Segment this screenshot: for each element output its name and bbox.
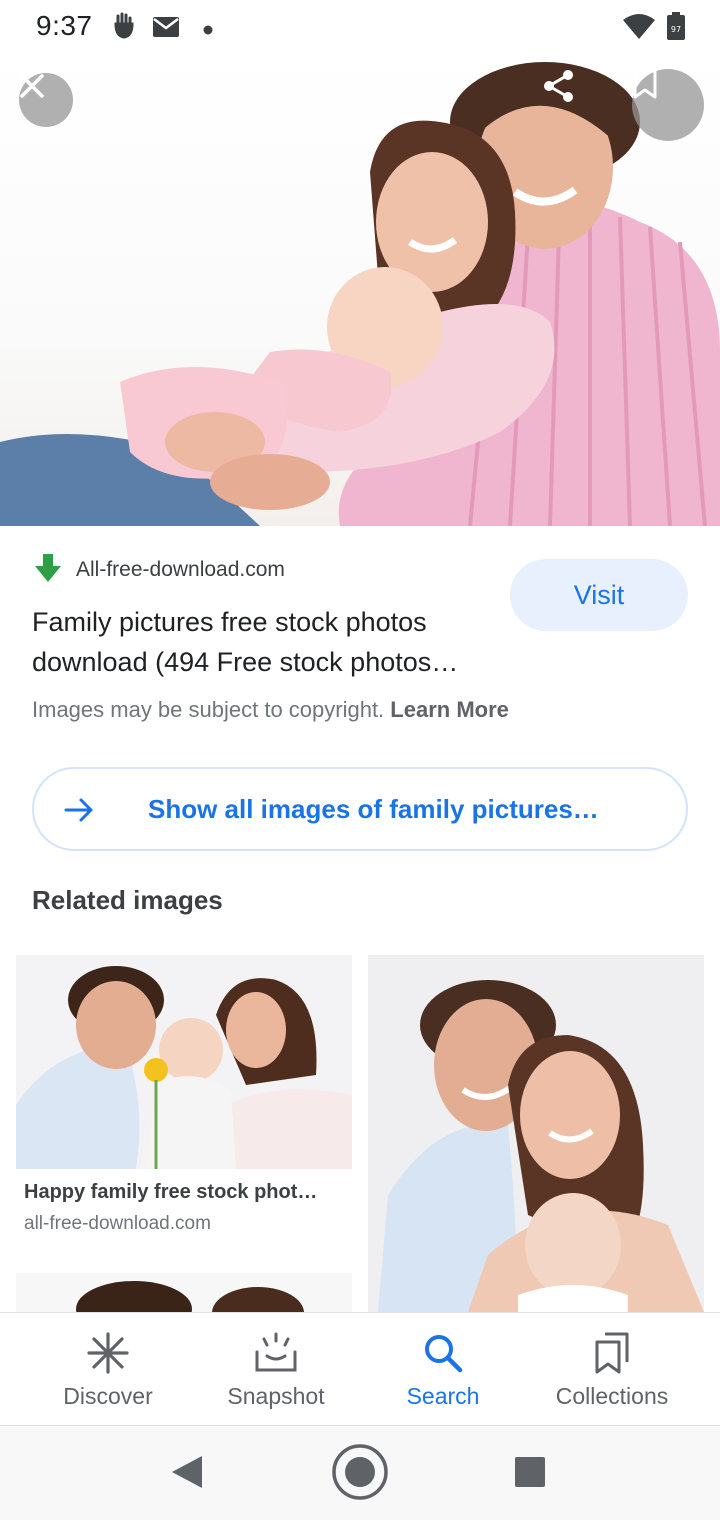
search-icon xyxy=(423,1331,463,1375)
related-image-tile[interactable] xyxy=(16,1273,352,1312)
battery-level: 97 xyxy=(671,25,681,34)
mail-icon xyxy=(152,16,180,43)
hero-image[interactable] xyxy=(0,52,720,526)
system-navigation-bar xyxy=(0,1426,720,1520)
nav-label: Discover xyxy=(63,1383,153,1409)
snapshot-icon xyxy=(254,1331,298,1375)
related-image-tile[interactable] xyxy=(368,955,704,1312)
close-button[interactable] xyxy=(19,73,73,127)
copyright-text: Images may be subject to copyright. xyxy=(32,697,385,722)
nav-label: Snapshot xyxy=(227,1383,325,1409)
status-time: 9:37 xyxy=(36,10,93,41)
bottom-navigation: Discover Snapshot Search Collections xyxy=(0,1312,720,1426)
show-all-images-button[interactable]: Show all images of family pictures… xyxy=(32,767,688,851)
arrow-right-icon xyxy=(64,795,94,830)
source-name: All-free-download.com xyxy=(76,558,285,581)
nav-collections[interactable]: Collections xyxy=(522,1313,702,1427)
share-button[interactable] xyxy=(542,69,614,141)
dot-icon xyxy=(203,22,213,40)
status-bar: 9:37 97 xyxy=(0,0,720,52)
related-image-tile[interactable] xyxy=(16,955,352,1169)
nav-discover[interactable]: Discover xyxy=(18,1313,198,1427)
collections-icon xyxy=(593,1331,631,1375)
hand-notification-icon xyxy=(112,12,136,45)
related-image-source: all-free-download.com xyxy=(24,1213,211,1234)
learn-more-link[interactable]: Learn More xyxy=(390,697,509,722)
asterisk-icon xyxy=(87,1331,129,1375)
home-button[interactable] xyxy=(331,1443,389,1506)
result-title[interactable]: Family pictures free stock photos downlo… xyxy=(32,602,492,682)
nav-snapshot[interactable]: Snapshot xyxy=(186,1313,366,1427)
family-photo xyxy=(0,62,720,526)
nav-search[interactable]: Search xyxy=(353,1313,533,1427)
battery-icon: 97 xyxy=(666,12,686,45)
bookmark-button[interactable] xyxy=(632,69,704,141)
visit-button[interactable]: Visit xyxy=(510,559,688,631)
nav-label: Collections xyxy=(555,1383,669,1409)
recents-button[interactable] xyxy=(514,1456,546,1493)
related-image-caption[interactable]: Happy family free stock phot… xyxy=(24,1181,344,1204)
show-all-label: Show all images of family pictures… xyxy=(148,794,599,824)
source-row[interactable]: All-free-download.com xyxy=(32,553,285,587)
related-images-heading: Related images xyxy=(32,885,223,915)
related-image-1 xyxy=(16,955,352,1169)
copyright-notice: Images may be subject to copyright. Lear… xyxy=(32,697,509,723)
related-image-2 xyxy=(368,955,704,1312)
back-button[interactable] xyxy=(170,1454,204,1495)
download-arrow-icon xyxy=(32,552,64,589)
wifi-icon xyxy=(622,14,656,45)
nav-label: Search xyxy=(406,1383,480,1409)
related-image-3 xyxy=(16,1273,352,1312)
